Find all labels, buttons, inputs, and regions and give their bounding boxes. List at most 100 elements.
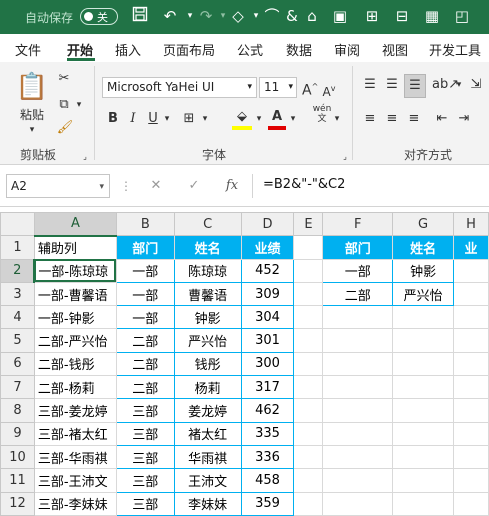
cell-f[interactable] — [322, 351, 394, 377]
cell-g[interactable] — [392, 375, 455, 400]
cell-h[interactable] — [453, 444, 489, 470]
cell-a[interactable]: 三部-王沛文 — [33, 468, 117, 493]
autosave-toggle[interactable]: 关 — [80, 8, 118, 25]
cell-d[interactable]: 359 — [240, 491, 295, 516]
cell-a[interactable]: 三部-褚太红 — [33, 421, 117, 446]
orientation-dropdown-icon[interactable]: ▾ — [454, 76, 464, 94]
cell-a[interactable]: 三部-姜龙婷 — [33, 398, 117, 423]
cell-e[interactable] — [293, 281, 324, 307]
underline-dropdown-icon[interactable]: ▾ — [162, 110, 172, 128]
align-top-icon[interactable]: ☰ — [360, 76, 380, 94]
cell-d[interactable]: 304 — [240, 305, 295, 330]
tab-insert[interactable]: 插入 — [115, 40, 141, 59]
decrease-font-icon[interactable]: Av — [322, 80, 336, 101]
cell-g[interactable] — [392, 468, 455, 493]
font-name-dropdown-icon[interactable]: ▾ — [247, 80, 252, 95]
select-all-corner[interactable] — [0, 211, 35, 237]
font-name-box[interactable]: Microsoft YaHei UI ▾ — [102, 77, 257, 98]
tab-page-layout[interactable]: 页面布局 — [163, 40, 215, 59]
cell-d[interactable]: 452 — [240, 258, 295, 283]
cell-f[interactable] — [322, 444, 394, 470]
cell-e[interactable] — [293, 258, 324, 283]
phonetic-dropdown-icon[interactable]: ▾ — [332, 110, 342, 128]
cell-h[interactable] — [453, 305, 489, 330]
cell-g[interactable] — [392, 351, 455, 377]
cell-c[interactable]: 王沛文 — [173, 468, 242, 493]
cell-c[interactable]: 华雨祺 — [173, 444, 242, 470]
column-header-f[interactable]: F — [322, 211, 394, 237]
confirm-formula-icon[interactable]: ✓ — [184, 177, 204, 195]
column-header-b[interactable]: B — [115, 211, 175, 237]
cell-e[interactable] — [293, 444, 324, 470]
cell-c[interactable]: 曹馨语 — [173, 281, 242, 307]
cell-d[interactable]: 317 — [240, 375, 295, 400]
column-header-e[interactable]: E — [293, 211, 324, 237]
align-right-icon[interactable]: ≡ — [404, 110, 424, 128]
cell-g[interactable]: 严兴怡 — [392, 281, 455, 307]
cell-h[interactable] — [453, 421, 489, 446]
cell-f[interactable] — [322, 421, 394, 446]
cell-d[interactable]: 300 — [240, 351, 295, 377]
cell-h[interactable] — [453, 258, 489, 283]
cancel-formula-icon[interactable]: ✕ — [146, 177, 166, 195]
tab-developer[interactable]: 开发工具 — [429, 40, 481, 59]
undo-icon[interactable]: ↶ — [160, 6, 180, 26]
clipboard-paste-icon[interactable]: 📋 — [15, 70, 49, 104]
align-middle-icon[interactable]: ☰ — [382, 76, 402, 94]
increase-indent-icon[interactable]: ⇥ — [454, 110, 474, 128]
cell-d[interactable]: 458 — [240, 468, 295, 493]
cell-c[interactable]: 褚太红 — [173, 421, 242, 446]
cell-c[interactable]: 陈琼琼 — [173, 258, 242, 283]
copy-dropdown-icon[interactable]: ▾ — [74, 96, 84, 114]
cell-e[interactable] — [293, 375, 324, 400]
fill-color-dropdown-icon[interactable]: ▾ — [254, 110, 264, 128]
row-header[interactable]: 9 — [0, 421, 35, 446]
decrease-indent-icon[interactable]: ⇤ — [432, 110, 452, 128]
cell-b[interactable]: 二部 — [115, 351, 175, 377]
cell-f[interactable] — [322, 468, 394, 493]
cell-g[interactable] — [392, 328, 455, 353]
cell-b[interactable]: 三部 — [115, 444, 175, 470]
cell-h[interactable] — [453, 398, 489, 423]
cell-c[interactable]: 钱彤 — [173, 351, 242, 377]
cell-f[interactable] — [322, 328, 394, 353]
cell-f[interactable]: 二部 — [322, 281, 394, 307]
freeze-icon[interactable]: ⊞ — [362, 6, 382, 26]
cell-b[interactable]: 一部 — [115, 258, 175, 283]
cell-d[interactable]: 301 — [240, 328, 295, 353]
row-header[interactable]: 11 — [0, 468, 35, 493]
screenshot-icon[interactable]: ▣ — [330, 6, 350, 26]
column-header-h[interactable]: H — [453, 211, 489, 237]
italic-button[interactable]: I — [126, 110, 140, 128]
format-painter-icon[interactable]: ⌂ — [302, 6, 322, 26]
column-header-d[interactable]: D — [240, 211, 295, 237]
cell-f[interactable] — [322, 398, 394, 423]
cell-b[interactable]: 部门 — [115, 235, 175, 260]
phonetic-icon[interactable]: wén 文 — [312, 104, 332, 124]
text-format-icon[interactable]: ⌒ — [262, 6, 282, 26]
underline-button[interactable]: U — [146, 110, 160, 128]
row-header[interactable]: 12 — [0, 491, 35, 516]
cell-e[interactable] — [293, 491, 324, 516]
borders-icon[interactable]: ⊞ — [180, 110, 198, 128]
cell-h[interactable] — [453, 281, 489, 307]
cell-d[interactable]: 335 — [240, 421, 295, 446]
cell-h[interactable] — [453, 468, 489, 493]
cell-a[interactable]: 辅助列 — [33, 235, 117, 260]
cell-b[interactable]: 三部 — [115, 491, 175, 516]
cell-c[interactable]: 姜龙婷 — [173, 398, 242, 423]
clipboard-launcher-icon[interactable]: ⌟ — [80, 148, 90, 166]
cell-g[interactable] — [392, 491, 455, 516]
tab-home[interactable]: 开始 — [67, 40, 93, 59]
format-painter-brush-icon[interactable]: 🖌 — [56, 119, 74, 137]
row-header[interactable]: 4 — [0, 305, 35, 330]
align-left-icon[interactable]: ≡ — [360, 110, 380, 128]
fill-color-icon[interactable]: ⬙ — [232, 108, 252, 130]
cell-b[interactable]: 一部 — [115, 305, 175, 330]
save-icon[interactable] — [130, 6, 150, 26]
font-color-dropdown-icon[interactable]: ▾ — [288, 110, 298, 128]
ampersand-icon[interactable]: & — [282, 6, 302, 26]
cell-h[interactable]: 业 — [453, 235, 489, 260]
cell-e[interactable] — [293, 468, 324, 493]
cell-b[interactable]: 一部 — [115, 281, 175, 307]
